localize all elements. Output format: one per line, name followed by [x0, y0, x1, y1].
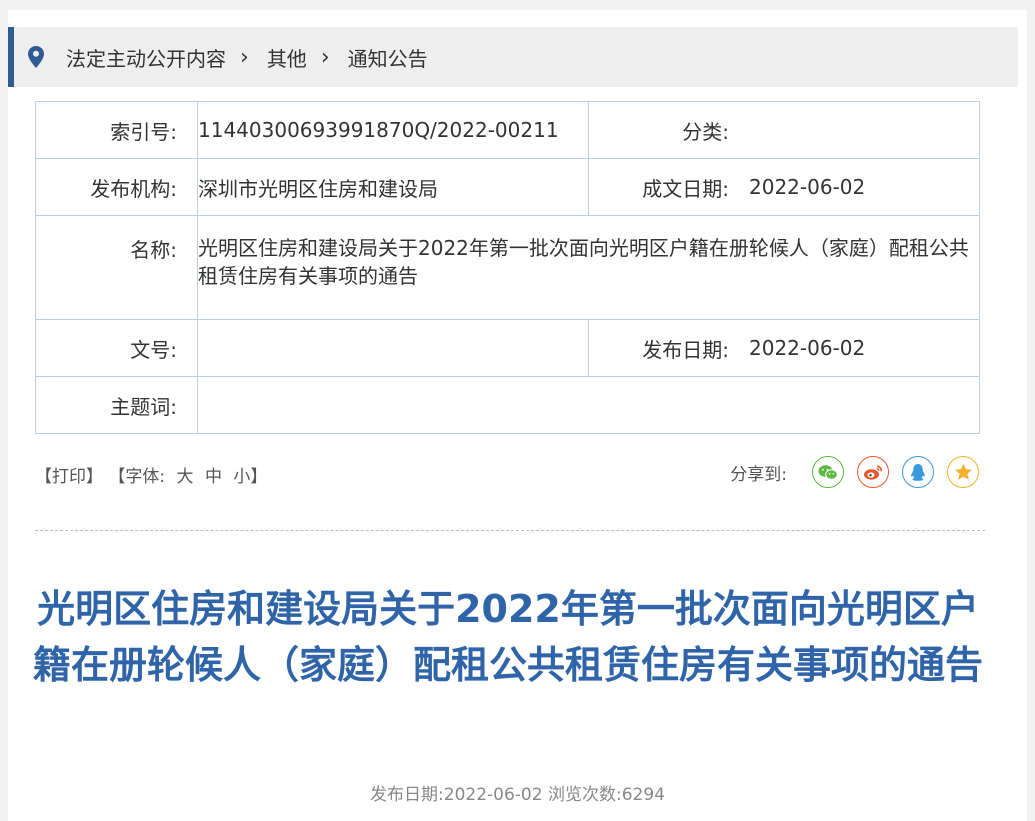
- name-value: 光明区住房和建设局关于2022年第一批次面向光明区户籍在册轮候人（家庭）配租公共…: [197, 215, 980, 320]
- breadcrumb: 法定主动公开内容 › 其他 › 通知公告: [8, 27, 1018, 87]
- publish-date-value: 2022-06-02: [749, 319, 980, 377]
- org-label: 发布机构:: [35, 158, 198, 216]
- breadcrumb-separator: ›: [240, 44, 249, 70]
- category-label: 分类:: [588, 101, 749, 159]
- name-label: 名称:: [35, 215, 198, 320]
- keywords-value: [197, 376, 980, 434]
- breadcrumb-separator: ›: [320, 44, 330, 70]
- org-value: 深圳市光明区住房和建设局: [197, 158, 589, 216]
- document-meta-table: 索引号: 11440300693991870Q/2022-00211 分类: 发…: [35, 101, 980, 434]
- index-value: 11440300693991870Q/2022-00211: [197, 101, 589, 159]
- article-title: 光明区住房和建设局关于2022年第一批次面向光明区户籍在册轮候人（家庭）配租公共…: [32, 587, 983, 687]
- font-small-button[interactable]: 小】: [233, 467, 267, 487]
- breadcrumb-item-notice[interactable]: 通知公告: [348, 43, 428, 72]
- views-label: 浏览次数:: [547, 785, 622, 805]
- index-label: 索引号:: [35, 101, 198, 159]
- category-value: [749, 101, 980, 159]
- weibo-icon[interactable]: [857, 456, 889, 488]
- share-label: 分享到:: [730, 464, 787, 485]
- doc-no-value: [197, 319, 589, 377]
- doc-no-label: 文号:: [35, 319, 198, 377]
- font-large-button[interactable]: 大: [177, 467, 194, 487]
- font-medium-button[interactable]: 中: [205, 467, 222, 487]
- page: 法定主动公开内容 › 其他 › 通知公告 索引号: 11440300693991…: [8, 10, 1027, 821]
- share-bar: 分享到:: [730, 456, 979, 488]
- breadcrumb-item-other[interactable]: 其他: [267, 43, 307, 72]
- publish-date: 2022-06-02: [443, 785, 543, 805]
- location-pin-icon: [28, 45, 48, 69]
- written-date-label: 成文日期:: [588, 158, 749, 216]
- article-tools: 【打印】 【字体: 大 中 小】: [35, 462, 267, 487]
- publish-date-label: 发布日期:: [588, 319, 749, 377]
- publish-label: 发布日期:: [370, 785, 444, 805]
- article-publish-info: 发布日期:2022-06-02 浏览次数:6294: [8, 780, 1027, 805]
- qq-icon[interactable]: [902, 456, 934, 488]
- written-date-value: 2022-06-02: [749, 158, 980, 216]
- qzone-icon[interactable]: [947, 456, 979, 488]
- font-size-label: 【字体:: [108, 467, 166, 487]
- print-button[interactable]: 【打印】: [35, 467, 103, 487]
- wechat-icon[interactable]: [812, 456, 844, 488]
- breadcrumb-item-public-content[interactable]: 法定主动公开内容: [66, 43, 226, 72]
- keywords-label: 主题词:: [35, 376, 198, 434]
- views-count: 6294: [621, 785, 665, 805]
- divider: [35, 530, 985, 531]
